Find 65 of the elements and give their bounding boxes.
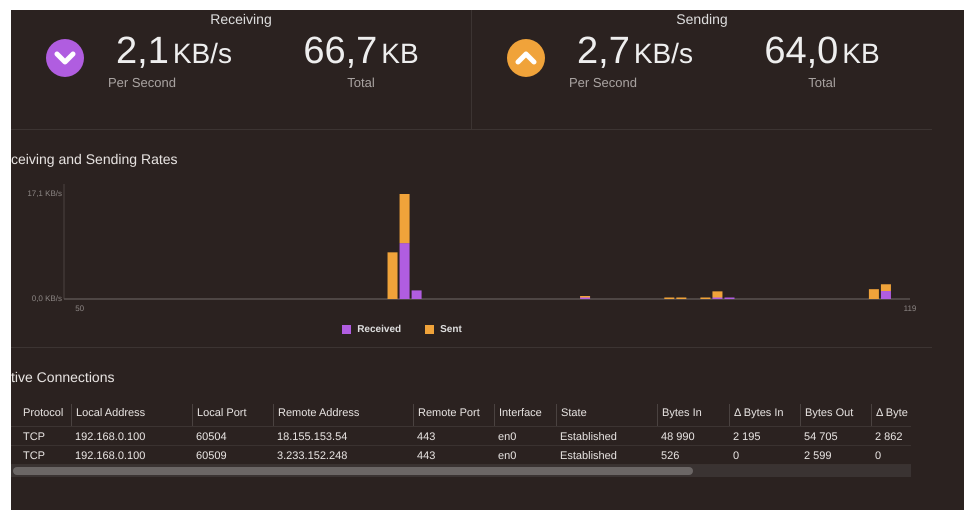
sent-bar <box>880 284 891 292</box>
column-header[interactable]: State <box>556 404 657 426</box>
scrollbar-thumb[interactable] <box>13 467 693 475</box>
axis-label: 17,1 KB/s <box>27 189 62 198</box>
column-header[interactable]: Remote Address <box>273 404 413 426</box>
table-cell-text: 192.168.0.100 <box>74 430 146 445</box>
rate-value: 2,1 <box>116 30 169 72</box>
axis-label: 119 <box>904 304 916 313</box>
column-header[interactable]: Bytes Out <box>800 404 871 426</box>
table-cell-text: 0 <box>732 449 740 464</box>
column-header[interactable]: Local Address <box>71 404 192 426</box>
table-cell-text: en0 <box>497 449 518 464</box>
section-title: ceiving and Sending Rates <box>11 151 179 169</box>
column-header[interactable]: Local Port <box>192 404 273 426</box>
table-cell-text: Established <box>559 430 618 445</box>
sent-bar <box>868 289 879 299</box>
table-cell-text: 48 990 <box>660 430 696 445</box>
table-cell-text: 526 <box>660 449 680 464</box>
total-value: 64,0 <box>764 30 838 72</box>
sent-bar <box>712 291 722 298</box>
total-unit: KB <box>381 38 419 69</box>
received-bar <box>880 291 891 299</box>
table-cell-text: TCP <box>22 449 46 464</box>
section-title: tive Connections <box>11 369 116 387</box>
horizontal-scrollbar[interactable] <box>11 465 911 477</box>
column-header[interactable]: Interface <box>494 404 556 426</box>
table-cell-text: en0 <box>497 430 518 445</box>
received-bar <box>412 290 422 299</box>
table-cell-text: 0 <box>874 449 882 464</box>
axis-label: 50 <box>75 304 84 313</box>
table-cell-text: 192.168.0.100 <box>74 449 146 464</box>
table-cell-text: 18.155.153.54 <box>276 430 348 445</box>
metric-label: Per Second <box>569 75 638 90</box>
sent-bar <box>388 252 398 299</box>
column-header[interactable]: Remote Port <box>413 404 494 426</box>
table-cell-text: 60509 <box>195 449 228 464</box>
axis-label: 0,0 KB/s <box>32 294 62 304</box>
table-cell-text: TCP <box>22 430 46 445</box>
sent-bar <box>400 194 410 244</box>
column-header[interactable]: Δ Byte <box>871 404 911 426</box>
table-cell-text: 60504 <box>195 430 228 445</box>
rate-value: 2,7 <box>577 30 630 72</box>
section-title: Receiving <box>210 10 272 28</box>
table-cell-text: Established <box>559 449 618 464</box>
column-header[interactable]: Protocol <box>11 404 71 426</box>
legend-label: Received <box>357 324 402 334</box>
table-cell-text: 443 <box>416 449 436 464</box>
column-header[interactable]: Bytes In <box>657 404 729 426</box>
metric-label: Total <box>808 75 836 90</box>
table-cell-text: 54 705 <box>803 430 839 445</box>
rate-unit: KB/s <box>634 38 693 69</box>
table-cell-text: 2 599 <box>803 449 833 464</box>
total-unit: KB <box>842 38 880 69</box>
table-cell-text: 443 <box>416 430 436 445</box>
table-cell-text: 2 195 <box>732 430 762 445</box>
table-cell-text: 2 862 <box>874 430 904 445</box>
rate-unit: KB/s <box>172 38 232 69</box>
section-title: Sending <box>676 10 728 28</box>
received-bar <box>400 243 410 299</box>
legend-label: Sent <box>440 324 462 334</box>
total-value: 66,7 <box>303 30 378 72</box>
metric-label: Total <box>347 75 375 90</box>
column-header[interactable]: Δ Bytes In <box>729 404 800 426</box>
table-cell-text: 3.233.152.248 <box>276 449 348 464</box>
metric-label: Per Second <box>108 75 177 90</box>
